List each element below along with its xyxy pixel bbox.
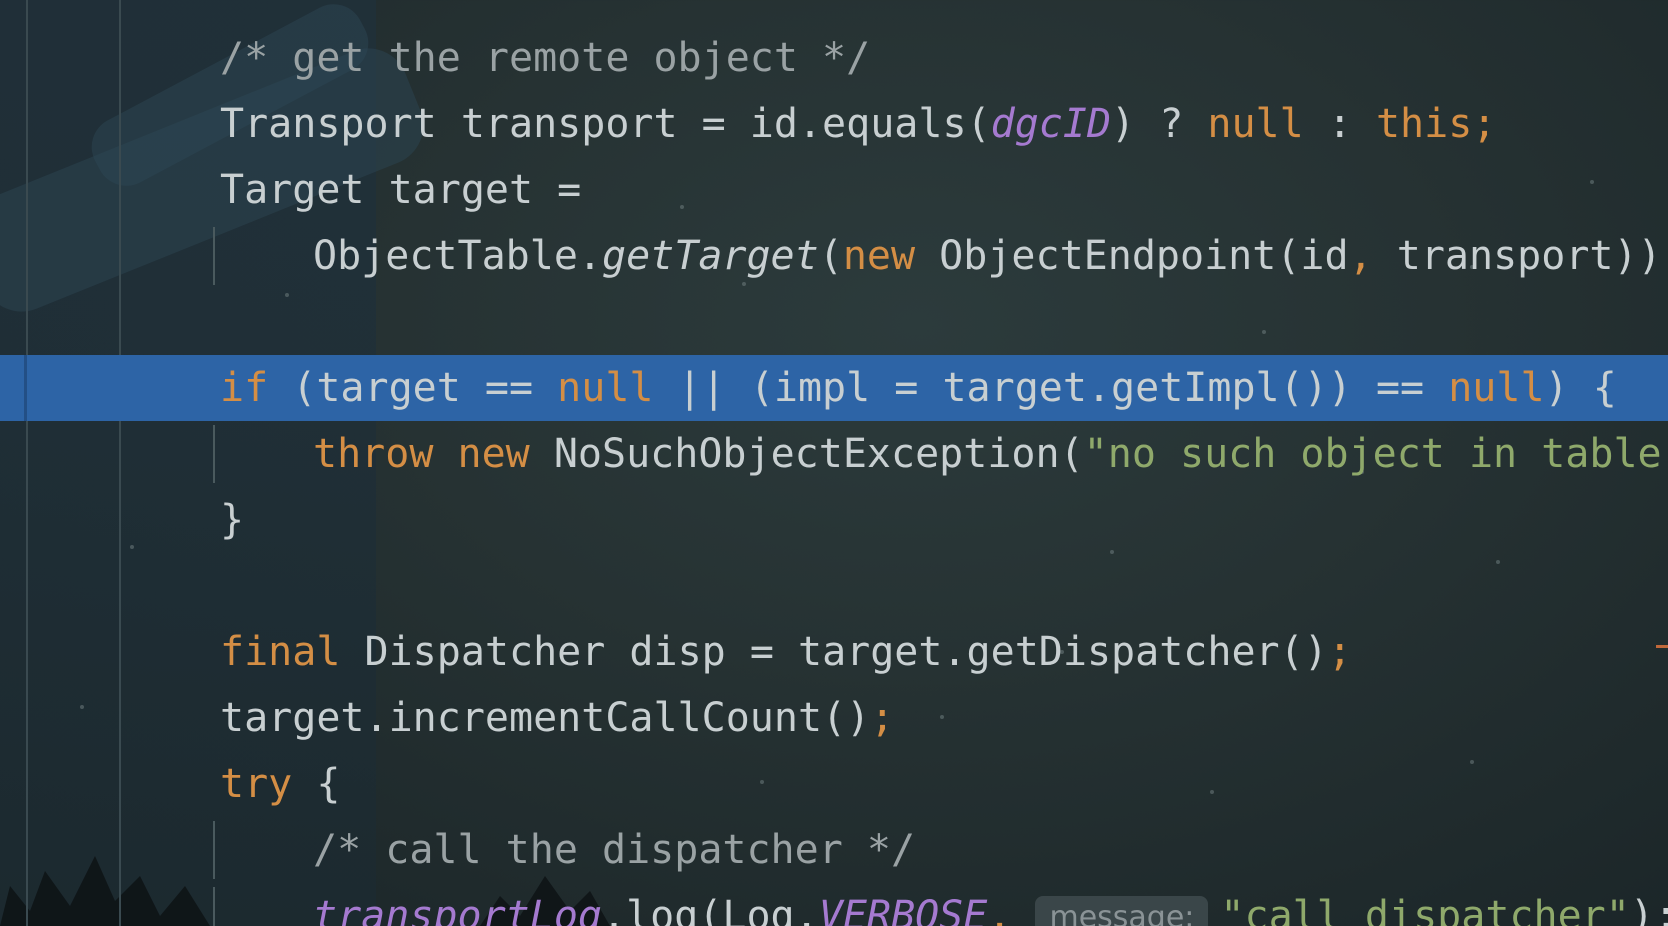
code-line[interactable]: transportLog.log(Log.VERBOSE, message: "c… (0, 883, 1668, 926)
code-token: Dispatcher disp = target.getDispatcher() (340, 629, 1328, 675)
code-token: NoSuchObjectException( (529, 431, 1084, 477)
code-token: } (220, 497, 245, 543)
code-token: ) { (1544, 365, 1617, 411)
code-text[interactable]: target.incrementCallCount(); (220, 685, 894, 751)
indent-guide (213, 821, 215, 879)
code-token: Transport transport = id.equals( (220, 101, 991, 147)
error-stripe-marker[interactable] (1656, 645, 1668, 648)
code-token: VERBOSE (818, 893, 988, 926)
code-token: , (1348, 233, 1373, 279)
code-line-current[interactable]: if (target == null || (impl = target.get… (0, 355, 1668, 421)
code-token: dgcID (990, 101, 1112, 147)
code-token: throw (313, 431, 434, 477)
code-token: (target == (268, 365, 558, 411)
code-line[interactable]: ObjectTable.getTarget(new ObjectEndpoint… (0, 223, 1668, 289)
code-text[interactable]: try { (220, 751, 340, 817)
indent-guide (213, 227, 215, 285)
code-line[interactable]: Target target = (0, 157, 1668, 223)
code-text[interactable]: } (220, 487, 244, 553)
code-text[interactable]: final Dispatcher disp = target.getDispat… (220, 619, 1352, 685)
code-token: this; (1375, 101, 1497, 147)
code-token: ; (1327, 629, 1352, 675)
code-line[interactable]: try { (0, 751, 1668, 817)
code-token: "call dispatcher" (1220, 893, 1630, 926)
code-token: try (220, 761, 293, 807)
code-token: new (842, 233, 916, 279)
code-token: ( (818, 233, 843, 279)
indent-guide (213, 425, 215, 483)
code-token: Target target = (220, 167, 582, 213)
code-line[interactable]: /* get the remote object */ (0, 25, 1668, 91)
code-token: getTarget (601, 233, 819, 279)
code-token: null (1448, 365, 1545, 411)
code-token: final (220, 629, 341, 675)
code-token: if (220, 365, 269, 411)
code-token: null (1207, 101, 1304, 147)
code-token: : (1303, 101, 1376, 147)
gutter-highlight-edge (24, 355, 27, 421)
code-token: /* call the dispatcher */ (313, 827, 916, 873)
parameter-hint: message: (1035, 896, 1209, 926)
code-line[interactable] (0, 553, 1668, 619)
code-line[interactable]: } (0, 487, 1668, 553)
code-text[interactable]: Transport transport = id.equals(dgcID) ?… (220, 91, 1496, 157)
code-token: new (457, 431, 530, 477)
code-token: , (987, 893, 1036, 926)
code-token: ; (870, 695, 895, 741)
code-token: "no such object in table" (1083, 431, 1668, 477)
code-line[interactable]: /* call the dispatcher */ (0, 817, 1668, 883)
code-text[interactable]: ObjectTable.getTarget(new ObjectEndpoint… (313, 223, 1668, 289)
code-line[interactable]: target.incrementCallCount(); (0, 685, 1668, 751)
code-text[interactable]: transportLog.log(Log.VERBOSE, message: "c… (313, 883, 1668, 926)
code-line[interactable]: final Dispatcher disp = target.getDispat… (0, 619, 1668, 685)
code-token: null (557, 365, 654, 411)
code-line[interactable]: Transport transport = id.equals(dgcID) ?… (0, 91, 1668, 157)
code-text[interactable]: /* get the remote object */ (220, 25, 870, 91)
code-text[interactable]: if (target == null || (impl = target.get… (220, 355, 1617, 421)
code-token: ); (1629, 893, 1668, 926)
code-text[interactable]: Target target = (220, 157, 581, 223)
code-token: ObjectEndpoint(id (915, 233, 1349, 279)
code-token: ; (1662, 233, 1668, 279)
code-token: transportLog (313, 893, 602, 926)
code-editor[interactable]: /* get the remote object */ Transport tra… (0, 0, 1668, 926)
code-token: target.incrementCallCount() (220, 695, 871, 741)
code-token: .log(Log. (601, 893, 819, 926)
code-token: ObjectTable. (313, 233, 602, 279)
code-token: transport)) (1372, 233, 1662, 279)
code-token: /* get the remote object */ (220, 35, 871, 81)
code-token: { (292, 761, 341, 807)
code-token: ) ? (1111, 101, 1208, 147)
code-line[interactable] (0, 289, 1668, 355)
code-text[interactable]: /* call the dispatcher */ (313, 817, 915, 883)
code-line[interactable]: throw new NoSuchObjectException("no such… (0, 421, 1668, 487)
code-text[interactable]: throw new NoSuchObjectException("no such… (313, 421, 1668, 487)
indent-guide (213, 887, 215, 926)
code-token: || (impl = target.getImpl()) == (653, 365, 1449, 411)
